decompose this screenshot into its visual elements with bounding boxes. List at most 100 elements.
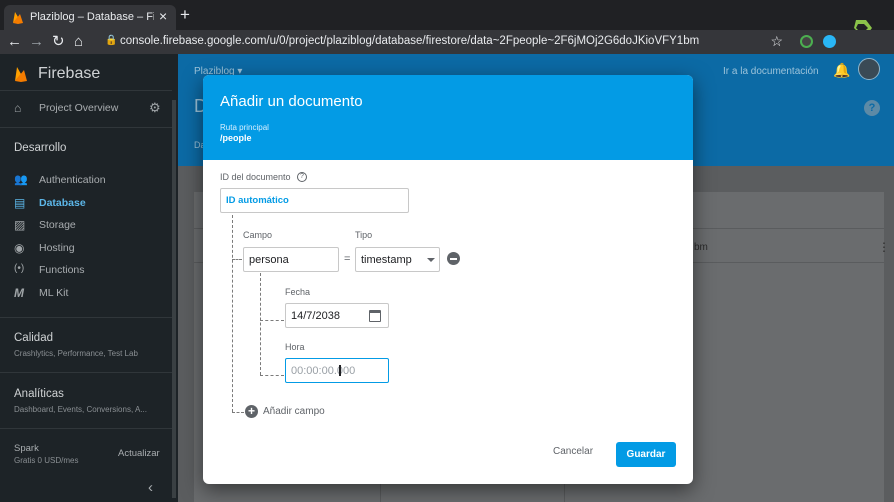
document-id-partial: bm — [694, 242, 708, 253]
docs-link[interactable]: Ir a la documentación — [723, 66, 819, 77]
field-name-value: persona — [249, 254, 289, 266]
hosting-icon: ◉ — [14, 241, 25, 255]
sidebar-item-storage[interactable]: ▨ Storage — [0, 217, 172, 235]
sidebar-item-label: Hosting — [39, 242, 75, 254]
overview-label: Project Overview — [39, 102, 119, 114]
sidebar-item-database[interactable]: ▤ Database — [0, 195, 172, 213]
home-icon[interactable]: ⌂ — [74, 33, 83, 51]
equals-sign: = — [344, 253, 351, 265]
add-circle-icon: + — [245, 405, 258, 418]
sidebar-item-label: Authentication — [39, 174, 106, 186]
upgrade-button[interactable]: Actualizar — [118, 448, 160, 459]
tree-connector — [232, 215, 233, 412]
auto-id-button[interactable]: ID automático — [226, 195, 289, 206]
bookmark-star-icon[interactable]: ☆ — [770, 33, 783, 50]
screen: Plaziblog – Database – Firebase × + ← → … — [0, 0, 894, 502]
sidebar-item-label: Storage — [39, 219, 76, 231]
divider — [0, 127, 172, 128]
more-options-icon[interactable]: ⋮ — [878, 240, 890, 254]
sidebar-item-authentication[interactable]: 👥 Authentication — [0, 172, 172, 190]
extension-2-icon[interactable] — [823, 35, 836, 48]
tree-connector — [232, 259, 242, 260]
browser-tab[interactable]: Plaziblog – Database – Firebase × — [4, 5, 176, 30]
remove-field-icon[interactable] — [447, 252, 460, 265]
tab-close-icon[interactable]: × — [159, 8, 167, 24]
save-button[interactable]: Guardar — [616, 442, 676, 467]
dialog-title: Añadir un documento — [220, 93, 363, 110]
help-icon[interactable]: ? — [864, 100, 880, 116]
field-name-label: Campo — [243, 230, 273, 240]
firebase-logo-icon — [15, 67, 27, 82]
text-cursor-icon — [339, 365, 341, 376]
sidebar-scrollbar[interactable] — [172, 100, 176, 498]
time-placeholder: 00:00:00.000 — [291, 365, 356, 377]
tree-connector — [232, 412, 244, 413]
cancel-button[interactable]: Cancelar — [553, 446, 593, 457]
lock-icon: 🔒 — [105, 35, 118, 46]
divider — [0, 428, 172, 429]
new-tab-button[interactable]: + — [180, 6, 190, 23]
field-type-label: Tipo — [355, 230, 373, 240]
back-icon[interactable]: ← — [7, 33, 22, 51]
avatar[interactable] — [858, 58, 880, 80]
sidebar-item-label: ML Kit — [39, 287, 69, 299]
address-bar[interactable]: 🔒 console.firebase.google.com/u/0/projec… — [101, 32, 791, 52]
analiticas-title: Analíticas — [14, 388, 64, 400]
firebase-favicon-icon — [13, 12, 23, 24]
time-label: Hora — [285, 342, 305, 352]
sidebar-item-functions[interactable]: (•) Functions — [0, 262, 172, 280]
divider — [0, 372, 172, 373]
date-input[interactable]: 14/7/2038 — [285, 303, 389, 328]
tab-title: Plaziblog – Database – Firebase — [30, 11, 154, 23]
parent-path-label: Ruta principal — [220, 123, 269, 132]
database-icon: ▤ — [14, 196, 26, 210]
url-text[interactable]: console.firebase.google.com/u/0/project/… — [120, 35, 699, 47]
chevron-down-icon — [427, 258, 435, 262]
plan-title: Spark — [14, 443, 39, 454]
help-circle-icon[interactable]: ? — [297, 172, 307, 182]
tree-connector — [260, 273, 261, 375]
sidebar-item-label: Functions — [39, 264, 85, 276]
functions-icon: (•) — [14, 263, 25, 274]
divider — [0, 90, 172, 91]
dialog-header: Añadir un documento Ruta principal /peop… — [203, 75, 693, 160]
add-document-dialog: Añadir un documento Ruta principal /peop… — [203, 75, 693, 484]
plan-subtitle: Gratis 0 USD/mes — [14, 456, 79, 465]
date-value: 14/7/2038 — [291, 310, 340, 322]
document-id-field[interactable]: ID automático — [220, 188, 409, 213]
brand-name: Firebase — [38, 65, 101, 82]
bell-icon[interactable]: 🔔 — [833, 62, 850, 79]
divider — [0, 317, 172, 318]
home-icon: ⌂ — [14, 101, 22, 115]
project-overview-link[interactable]: ⌂ Project Overview ⚙ — [0, 100, 172, 120]
document-id-label: ID del documento — [220, 172, 291, 182]
sidebar-item-mlkit[interactable]: M ML Kit — [0, 285, 172, 303]
calidad-title: Calidad — [14, 332, 53, 344]
field-type-value: timestamp — [361, 254, 412, 266]
calendar-icon[interactable] — [369, 310, 381, 322]
reload-icon[interactable]: ↻ — [52, 33, 65, 51]
collapse-sidebar-icon[interactable]: ‹ — [148, 479, 153, 496]
field-type-select[interactable]: timestamp — [355, 247, 440, 272]
mlkit-icon: M — [14, 286, 24, 300]
forward-icon[interactable]: → — [29, 33, 44, 51]
firebase-sidebar: Firebase ⌂ Project Overview ⚙ Desarrollo… — [0, 54, 178, 502]
people-icon: 👥 — [14, 174, 28, 186]
sidebar-item-label: Database — [39, 197, 86, 209]
parent-path: /people — [220, 133, 252, 143]
field-name-input[interactable]: persona — [243, 247, 339, 272]
calidad-subtitle: Crashlytics, Performance, Test Lab — [14, 349, 138, 358]
storage-icon: ▨ — [14, 218, 26, 232]
browser-toolbar: ← → ↻ ⌂ 🔒 console.firebase.google.com/u/… — [0, 30, 894, 54]
time-input[interactable]: 00:00:00.000 — [285, 358, 389, 383]
section-desarrollo: Desarrollo — [14, 142, 67, 154]
add-field-label: Añadir campo — [263, 406, 325, 417]
settings-gear-icon[interactable]: ⚙ — [149, 100, 161, 116]
browser-tabbar: Plaziblog – Database – Firebase × + — [0, 0, 894, 46]
date-label: Fecha — [285, 287, 311, 297]
extension-1-icon[interactable] — [800, 35, 813, 48]
sidebar-item-hosting[interactable]: ◉ Hosting — [0, 240, 172, 258]
analiticas-subtitle: Dashboard, Events, Conversions, A... — [14, 405, 147, 414]
tree-connector — [260, 320, 284, 321]
tree-connector — [260, 375, 284, 376]
